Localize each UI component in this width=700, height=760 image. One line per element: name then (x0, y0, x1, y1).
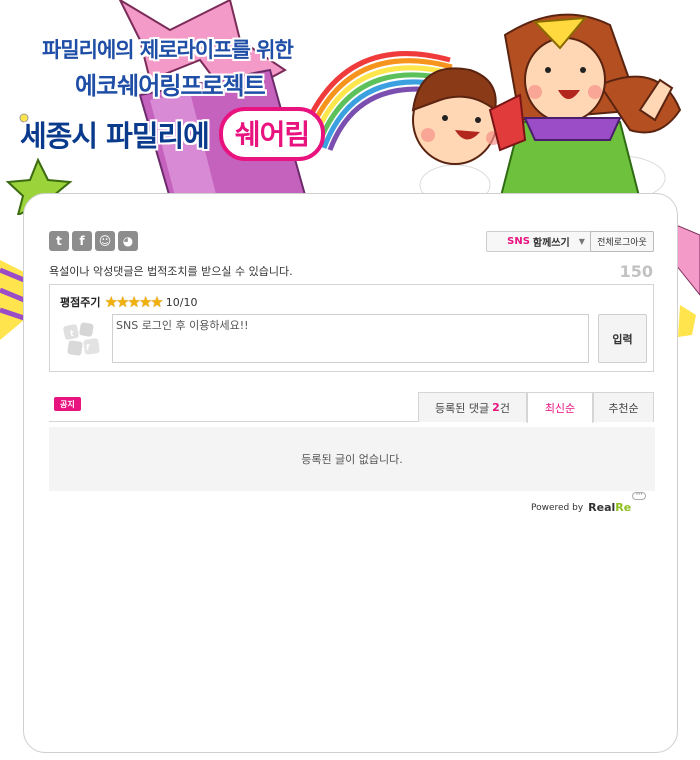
comment-card: t f ☺ ◕ SNS 함께쓰기 ▼ 전체로그아웃 욕설이나 악성댓글은 법적조… (23, 193, 678, 753)
comment-tabs: 등록된 댓글 2 건 최신순 추천순 (49, 392, 654, 423)
banner-line-3: 세종시 파밀리에 쉐어림 (20, 107, 400, 161)
twitter-icon[interactable]: t (49, 231, 69, 251)
tab-recommended[interactable]: 추천순 (593, 392, 654, 422)
empty-comments-panel: 등록된 글이 없습니다. (49, 427, 655, 491)
boy-character-graphic (411, 67, 527, 165)
star-icon[interactable]: ★ (139, 293, 153, 311)
tab-registered-label: 등록된 댓글 (435, 401, 490, 415)
legal-notice: 욕설이나 악성댓글은 법적조치를 받으실 수 있습니다. (49, 265, 293, 278)
star-icon[interactable]: ★ (127, 293, 141, 311)
rating-value: 10/10 (165, 295, 198, 309)
me2day-icon[interactable]: ☺ (95, 231, 115, 251)
sns-share-dropdown[interactable]: SNS 함께쓰기 ▼ (486, 231, 606, 252)
comment-count: 2 (492, 401, 500, 414)
notice-badge[interactable]: 공지 (54, 397, 81, 411)
powered-by[interactable]: Powered by RealRe ··· (531, 492, 647, 514)
facebook-icon[interactable]: f (72, 231, 92, 251)
banner-highlight-pill: 쉐어림 (218, 107, 326, 161)
submit-button[interactable]: 입력 (598, 314, 647, 363)
banner: 파밀리에의 제로라이프를 위한 에코쉐어링프로젝트 세종시 파밀리에 쉐어림 (0, 0, 700, 215)
star-icon[interactable]: ★ (150, 293, 164, 311)
sns-login-icons: t f ☺ ◕ (49, 231, 138, 251)
brand-main: Real (588, 501, 616, 514)
comment-input[interactable] (112, 314, 589, 363)
chevron-down-icon: ▼ (578, 237, 585, 246)
sns-share-prefix: SNS (507, 236, 530, 247)
speech-bubble-icon: ··· (632, 492, 647, 500)
banner-line-3-text: 세종시 파밀리에 (20, 119, 210, 153)
tab-registered-comments[interactable]: 등록된 댓글 2 건 (418, 392, 527, 422)
sns-login-illustration-icon: f t (63, 322, 100, 356)
sns-share-label: 함께쓰기 (532, 238, 570, 249)
banner-line-1: 파밀리에의 제로라이프를 위한 (42, 38, 294, 62)
logout-all-button[interactable]: 전체로그아웃 (590, 231, 654, 252)
powered-by-label: Powered by (531, 503, 584, 513)
tab-latest[interactable]: 최신순 (527, 392, 593, 423)
yozm-icon[interactable]: ◕ (118, 231, 138, 251)
banner-headline: 파밀리에의 제로라이프를 위한 에코쉐어링프로젝트 세종시 파밀리에 쉐어림 (20, 34, 400, 161)
rating-label: 평점주기 (60, 296, 101, 309)
char-counter: 150 (619, 262, 653, 281)
banner-line-2: 에코쉐어링프로젝트 (75, 72, 266, 100)
svg-text:t: t (70, 329, 74, 338)
comment-count-suffix: 건 (499, 401, 510, 415)
rating-row: 평점주기 ★★★★★ 10/10 (60, 293, 197, 311)
side-decoration-right (676, 225, 700, 337)
brand-accent: Re (615, 501, 632, 514)
star-rating[interactable]: ★★★★★ (104, 293, 164, 311)
comment-write-box: 평점주기 ★★★★★ 10/10 f t 입력 (49, 284, 654, 372)
star-icon[interactable]: ★ (116, 293, 130, 311)
star-icon[interactable]: ★ (104, 293, 118, 311)
svg-text:f: f (86, 343, 90, 352)
side-decoration-left (0, 260, 24, 340)
realre-logo: RealRe ··· (588, 492, 647, 514)
empty-message: 등록된 글이 없습니다. (301, 453, 403, 466)
